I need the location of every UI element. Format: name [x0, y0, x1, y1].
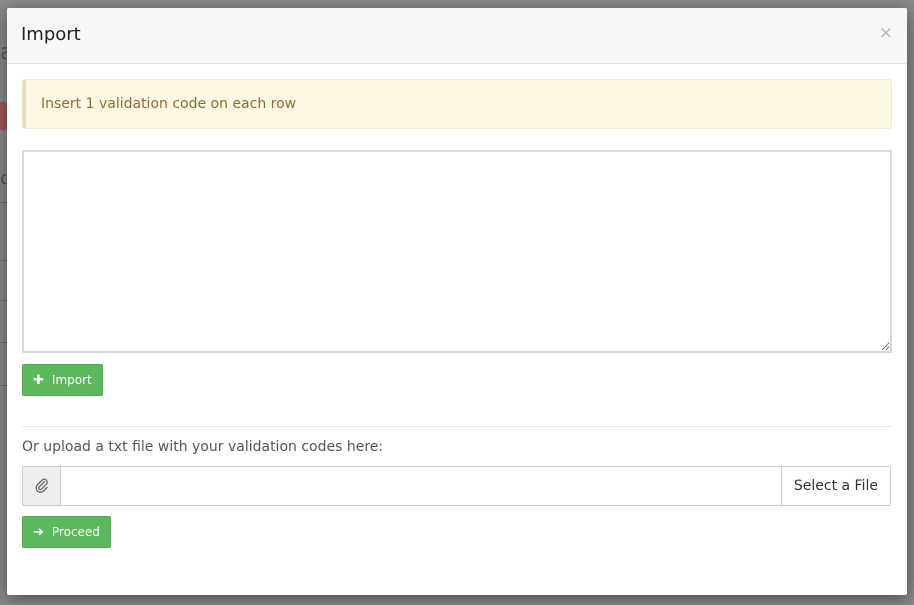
import-button[interactable]: ✚ Import — [22, 364, 103, 396]
select-file-label: Select a File — [793, 478, 878, 494]
upload-label: Or upload a txt file with your validatio… — [22, 439, 384, 455]
background-divider — [0, 342, 7, 343]
alert-text: Insert 1 validation code on each row — [41, 96, 297, 112]
background-divider — [0, 260, 7, 261]
select-file-button[interactable]: Select a File — [781, 466, 891, 506]
import-modal: Import × Insert 1 validation code on eac… — [7, 8, 907, 595]
paperclip-icon — [22, 466, 60, 506]
section-divider — [22, 426, 892, 427]
close-icon[interactable]: × — [879, 25, 893, 42]
background-text-fragment: a — [0, 40, 7, 65]
background-red-badge — [0, 102, 7, 130]
proceed-button-label: Proceed — [51, 525, 100, 539]
info-alert: Insert 1 validation code on each row — [22, 79, 892, 129]
import-button-label: Import — [51, 373, 92, 387]
background-divider — [0, 385, 7, 386]
modal-header: Import × — [7, 8, 907, 64]
plus-icon: ✚ — [33, 372, 44, 388]
background-divider — [0, 300, 7, 301]
modal-title: Import — [21, 24, 81, 45]
file-path-input[interactable] — [60, 466, 782, 506]
modal-body: Insert 1 validation code on each row ✚ I… — [7, 64, 907, 548]
background-text-fragment: c — [0, 168, 7, 189]
proceed-button[interactable]: ➜ Proceed — [22, 516, 111, 548]
validation-codes-textarea[interactable] — [22, 150, 892, 353]
background-divider — [0, 202, 7, 203]
arrow-right-icon: ➜ — [33, 524, 44, 540]
file-upload-group: Select a File — [22, 466, 891, 506]
paperclip-icon-svg — [34, 478, 48, 493]
